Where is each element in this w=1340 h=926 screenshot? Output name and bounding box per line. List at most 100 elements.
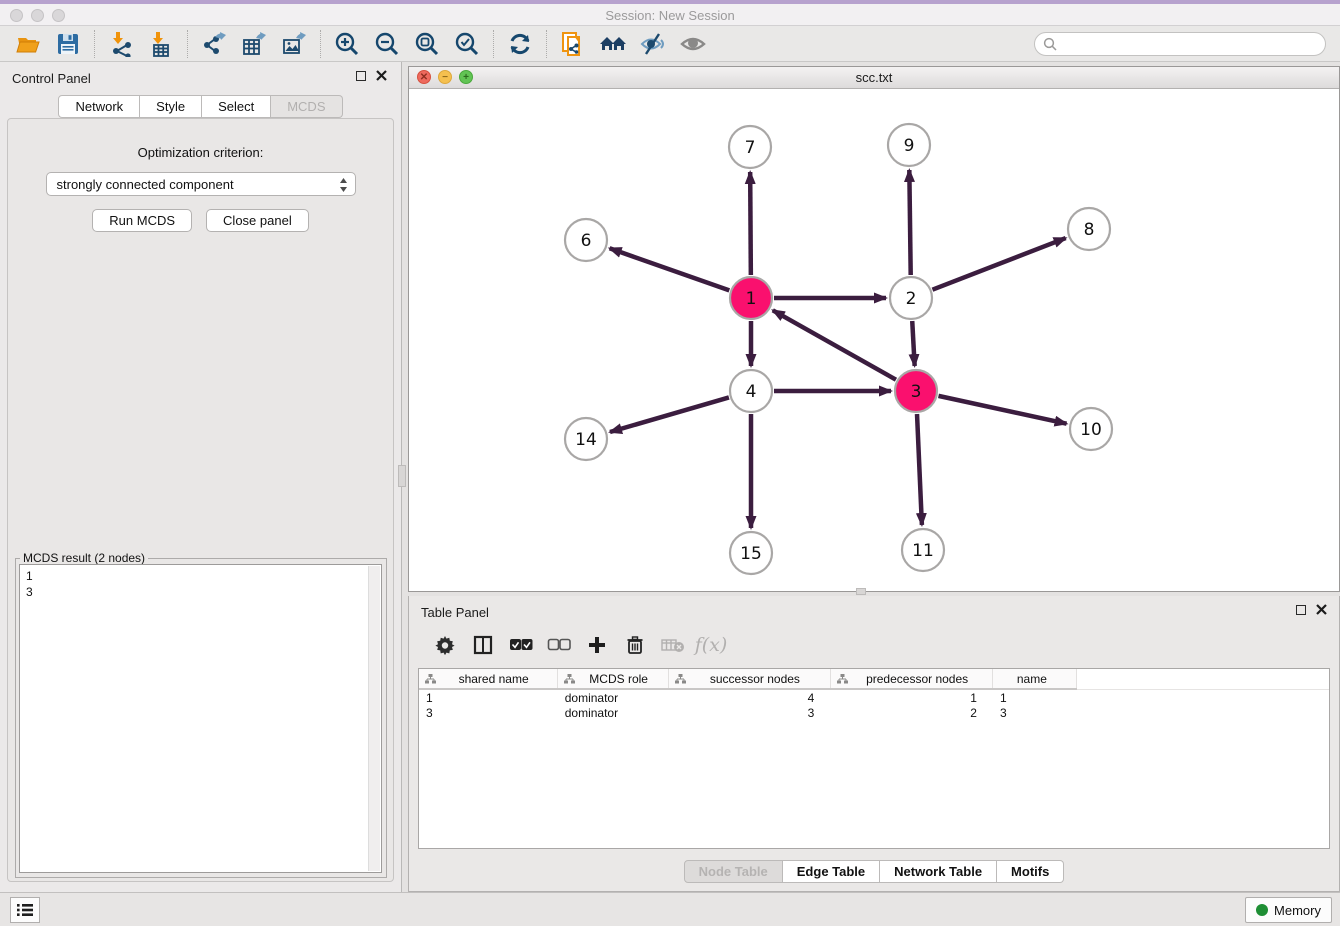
tab-edge-table[interactable]: Edge Table — [783, 860, 880, 883]
delete-selected-icon[interactable] — [618, 629, 652, 661]
mcds-result-legend: MCDS result (2 nodes) — [20, 551, 148, 565]
graph-node-11[interactable]: 11 — [902, 529, 944, 571]
add-row-icon[interactable] — [580, 629, 614, 661]
task-history-button[interactable] — [10, 897, 40, 923]
tab-select[interactable]: Select — [202, 95, 271, 118]
column-header-filler — [1077, 669, 1329, 689]
zoom-in-icon[interactable] — [327, 28, 367, 60]
column-header-predecessor-nodes[interactable]: predecessor nodes — [830, 669, 993, 689]
svg-text:9: 9 — [904, 136, 915, 156]
zoom-selected-icon[interactable] — [447, 28, 487, 60]
cell-predecessor-nodes: 2 — [830, 705, 993, 721]
float-table-panel-icon[interactable] — [1296, 605, 1306, 615]
close-table-panel-icon[interactable] — [1316, 604, 1327, 615]
table-row[interactable]: 3dominator323 — [419, 705, 1329, 721]
toolbar-separator — [320, 30, 321, 58]
svg-text:15: 15 — [740, 544, 762, 564]
table-header-row[interactable]: shared nameMCDS rolesuccessor nodesprede… — [419, 669, 1329, 689]
network-window-title: scc.txt — [409, 70, 1339, 85]
table-row[interactable]: 1dominator411 — [419, 689, 1329, 705]
graph-edge-3-1[interactable] — [773, 310, 896, 379]
memory-status-icon — [1256, 904, 1268, 916]
graph-node-3[interactable]: 3 — [895, 370, 937, 412]
svg-text:10: 10 — [1080, 420, 1102, 440]
graph-edge-2-8[interactable] — [932, 238, 1065, 290]
column-header-successor-nodes[interactable]: successor nodes — [669, 669, 831, 689]
graph-edge-2-3[interactable] — [912, 321, 914, 366]
node-table-area: shared nameMCDS rolesuccessor nodesprede… — [418, 668, 1330, 849]
result-scrollbar[interactable] — [368, 566, 380, 871]
show-column-panel-icon[interactable] — [466, 629, 500, 661]
graph-edge-1-6[interactable] — [610, 248, 730, 290]
mcds-result-area[interactable]: 13 — [19, 564, 382, 873]
deselect-all-checkboxes-icon[interactable] — [542, 629, 576, 661]
graph-node-9[interactable]: 9 — [888, 124, 930, 166]
network-canvas[interactable]: 7 9 6 8 1 2 4 3 14 10 15 11 — [409, 89, 1339, 591]
vertical-splitter-handle[interactable] — [398, 465, 406, 487]
export-table-icon[interactable] — [234, 28, 274, 60]
mcds-result-line: 1 — [26, 568, 381, 584]
table-settings-icon[interactable] — [428, 629, 462, 661]
horizontal-splitter-handle[interactable] — [856, 588, 866, 595]
toggle-graphics-details-icon[interactable] — [633, 28, 673, 60]
graph-node-14[interactable]: 14 — [565, 418, 607, 460]
column-header-name[interactable]: name — [993, 669, 1077, 689]
graph-edge-3-10[interactable] — [938, 396, 1066, 424]
control-panel-tabs: NetworkStyleSelectMCDS — [0, 95, 401, 118]
save-session-icon[interactable] — [48, 28, 88, 60]
column-header-MCDS-role[interactable]: MCDS role — [558, 669, 669, 689]
graph-node-15[interactable]: 15 — [730, 532, 772, 574]
search-icon — [1043, 37, 1057, 56]
svg-text:1: 1 — [746, 289, 757, 309]
column-header-shared-name[interactable]: shared name — [419, 669, 558, 689]
clone-network-icon[interactable] — [553, 28, 593, 60]
open-session-icon[interactable] — [8, 28, 48, 60]
close-panel-button[interactable]: Close panel — [206, 209, 309, 232]
tab-motifs[interactable]: Motifs — [997, 860, 1064, 883]
show-all-networks-icon[interactable] — [593, 28, 633, 60]
birds-eye-view-icon[interactable] — [673, 28, 713, 60]
graph-node-6[interactable]: 6 — [565, 219, 607, 261]
search-input[interactable] — [1034, 32, 1326, 56]
cell-name: 3 — [993, 705, 1077, 721]
list-icon — [16, 903, 34, 917]
select-all-checkboxes-icon[interactable] — [504, 629, 538, 661]
close-panel-icon[interactable] — [376, 70, 387, 81]
node-table: shared nameMCDS rolesuccessor nodesprede… — [419, 669, 1329, 721]
import-table-icon[interactable] — [141, 28, 181, 60]
cell-successor-nodes: 4 — [669, 689, 831, 705]
graph-node-10[interactable]: 10 — [1070, 408, 1112, 450]
graph-edge-1-7[interactable] — [750, 172, 751, 275]
graph-node-2[interactable]: 2 — [890, 277, 932, 319]
export-network-icon[interactable] — [194, 28, 234, 60]
apply-layout-icon[interactable] — [500, 28, 540, 60]
tab-style[interactable]: Style — [140, 95, 202, 118]
graph-edge-4-14[interactable] — [610, 397, 729, 432]
tab-node-table[interactable]: Node Table — [684, 860, 783, 883]
tab-network-table[interactable]: Network Table — [880, 860, 997, 883]
graph-edge-3-11[interactable] — [917, 414, 922, 525]
table-panel: Table Panel f(x) s — [408, 596, 1340, 892]
graph-edge-2-9[interactable] — [909, 170, 910, 275]
tab-network[interactable]: Network — [58, 95, 140, 118]
mcds-panel: Optimization criterion: strongly connect… — [7, 118, 394, 882]
session-title: Session: New Session — [0, 8, 1340, 23]
graph-node-7[interactable]: 7 — [729, 126, 771, 168]
float-panel-icon[interactable] — [356, 71, 366, 81]
memory-button[interactable]: Memory — [1245, 897, 1332, 923]
graph-node-8[interactable]: 8 — [1068, 208, 1110, 250]
criterion-select[interactable]: strongly connected component — [46, 172, 356, 196]
table-toolbar: f(x) — [418, 626, 1330, 664]
graph-node-4[interactable]: 4 — [730, 370, 772, 412]
export-image-icon[interactable] — [274, 28, 314, 60]
import-network-icon[interactable] — [101, 28, 141, 60]
run-mcds-button[interactable]: Run MCDS — [92, 209, 192, 232]
control-panel-title: Control Panel — [12, 71, 91, 86]
graph-node-1[interactable]: 1 — [730, 277, 772, 319]
tab-mcds[interactable]: MCDS — [271, 95, 342, 118]
svg-text:4: 4 — [746, 382, 757, 402]
svg-text:14: 14 — [575, 430, 597, 450]
network-window-titlebar[interactable]: ✕ − + scc.txt — [409, 67, 1339, 89]
zoom-fit-icon[interactable] — [407, 28, 447, 60]
zoom-out-icon[interactable] — [367, 28, 407, 60]
